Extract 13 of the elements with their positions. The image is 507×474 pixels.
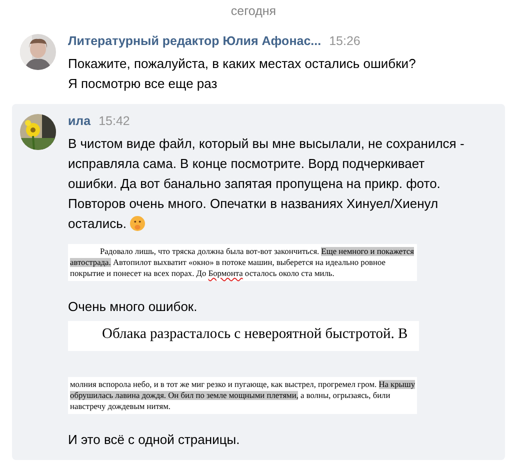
document-text: молния вспорола небо, и в тот же миг резко и пугающе, как выстрел, прогремел гром. На крышу обрушилась лавина дождя. Он бил по земле мощными плетями, а волны, огрызаясь, били навстречу дождевым нитям. <box>70 379 416 412</box>
message-time[interactable]: 15:26 <box>329 34 360 48</box>
message-text: Я посмотрю все еще раз <box>68 76 218 91</box>
sender-name[interactable]: Литературный редактор Юлия Афонас... <box>68 34 322 48</box>
message-text: В чистом виде файл, который вы мне высылали, не сохранился - исправляла сама. В конце посмотрите. Ворд подчеркивает ошибки. Да вот банально запятая пропущена на прикр. фото. Повторов очень много. Опечатки в названиях Хинуел/Хиенул остались. <box>68 136 464 231</box>
date-divider: сегодня <box>230 3 278 20</box>
document-text: Радовало лишь, что тряска должна была вот-вот закончиться. Еще немного и покажется автострада. Автопилот выхватит «окно» в потоке машин, выберется на идеально ровное покрытие и понесет на всех порах. До Бормонта осталось около ста миль. <box>70 246 415 279</box>
message-time[interactable]: 15:42 <box>98 114 130 128</box>
message-text: Покажите, пожалуйста, в каких местах остались ошибки? <box>68 56 416 71</box>
sender-name[interactable]: ила <box>68 114 91 128</box>
document-text: Облака разрасталось с невероятной быстротой. В <box>101 325 409 344</box>
message-text: Очень много ошибок. <box>68 299 198 314</box>
message-text: И это всё с одной страницы. <box>68 432 240 447</box>
